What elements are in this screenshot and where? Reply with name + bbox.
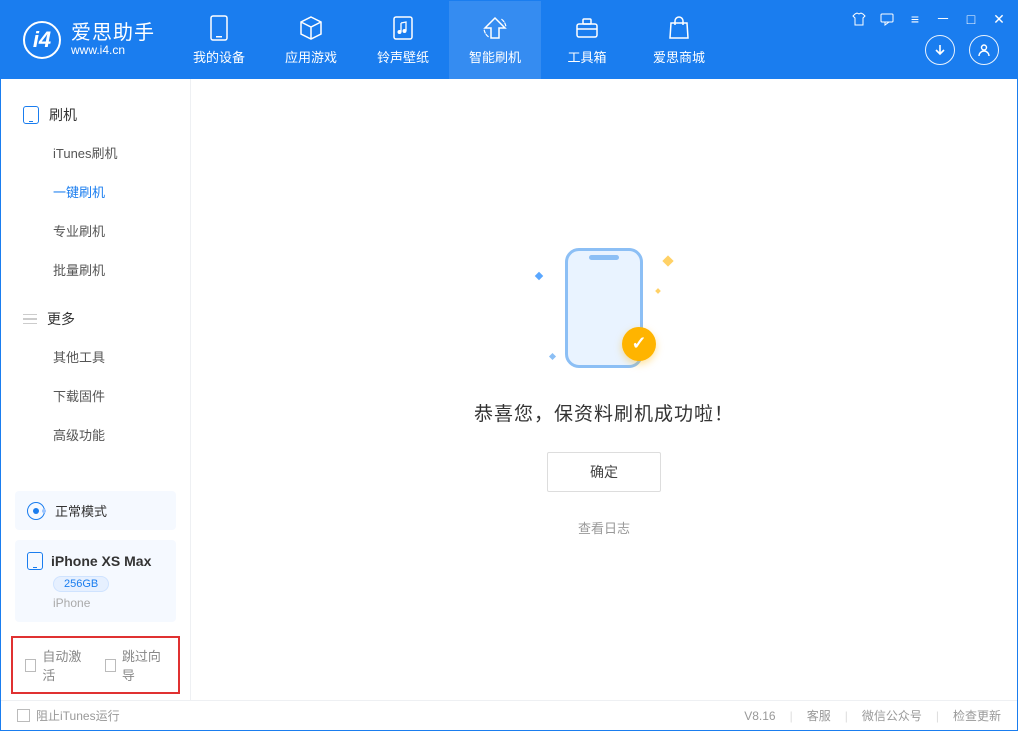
device-icon <box>206 15 232 41</box>
sidebar-group-more: 更多 <box>1 301 190 337</box>
user-button[interactable] <box>969 35 999 65</box>
feedback-icon[interactable] <box>879 11 895 27</box>
sidebar-item-batch-flash[interactable]: 批量刷机 <box>1 250 190 289</box>
phone-icon <box>23 106 39 124</box>
main-content: ✓ 恭喜您，保资料刷机成功啦！ 确定 查看日志 <box>191 79 1017 700</box>
maximize-icon[interactable]: □ <box>963 11 979 27</box>
sidebar-item-itunes-flash[interactable]: iTunes刷机 <box>1 133 190 172</box>
cube-icon <box>298 15 324 41</box>
checkbox-icon <box>105 659 116 672</box>
list-icon <box>23 314 37 325</box>
check-icon: ✓ <box>622 327 656 361</box>
device-card[interactable]: iPhone XS Max 256GB iPhone <box>15 540 176 622</box>
sidebar-item-other-tools[interactable]: 其他工具 <box>1 337 190 376</box>
footer-link-update[interactable]: 检查更新 <box>953 707 1001 724</box>
footer-link-wechat[interactable]: 微信公众号 <box>862 707 922 724</box>
refresh-icon <box>482 15 508 41</box>
ok-button[interactable]: 确定 <box>547 452 661 492</box>
logo-icon: i4 <box>23 21 61 59</box>
download-button[interactable] <box>925 35 955 65</box>
nav-store[interactable]: 爱思商城 <box>633 1 725 79</box>
nav-toolbox[interactable]: 工具箱 <box>541 1 633 79</box>
bag-icon <box>666 15 692 41</box>
capacity-badge: 256GB <box>53 576 109 592</box>
success-illustration: ✓ <box>524 243 684 373</box>
mode-icon <box>27 502 45 520</box>
checkbox-icon <box>25 659 36 672</box>
app-name-cn: 爱思助手 <box>71 22 155 44</box>
nav-ringtones[interactable]: 铃声壁纸 <box>357 1 449 79</box>
sidebar: 刷机 iTunes刷机 一键刷机 专业刷机 批量刷机 更多 其他工具 下载固件 … <box>1 79 191 700</box>
nav-my-device[interactable]: 我的设备 <box>173 1 265 79</box>
sidebar-group-flash: 刷机 <box>1 97 190 133</box>
nav-smart-flash[interactable]: 智能刷机 <box>449 1 541 79</box>
sidebar-item-download-firmware[interactable]: 下载固件 <box>1 376 190 415</box>
footer-link-support[interactable]: 客服 <box>807 707 831 724</box>
app-name-en: www.i4.cn <box>71 44 155 57</box>
version-label: V8.16 <box>744 709 775 723</box>
checkbox-icon <box>17 709 30 722</box>
app-header: i4 爱思助手 www.i4.cn 我的设备 应用游戏 铃声壁纸 智能刷机 工具… <box>1 1 1017 79</box>
sidebar-item-advanced[interactable]: 高级功能 <box>1 415 190 454</box>
sidebar-item-pro-flash[interactable]: 专业刷机 <box>1 211 190 250</box>
device-mode-card[interactable]: 正常模式 <box>15 491 176 530</box>
music-icon <box>390 15 416 41</box>
toolbox-icon <box>574 15 600 41</box>
footer: 阻止iTunes运行 V8.16 | 客服 | 微信公众号 | 检查更新 <box>1 700 1017 730</box>
sidebar-item-onekey-flash[interactable]: 一键刷机 <box>1 172 190 211</box>
minimize-icon[interactable]: － <box>935 11 951 27</box>
close-icon[interactable]: ✕ <box>991 11 1007 27</box>
tshirt-icon[interactable] <box>851 11 867 27</box>
nav-apps-games[interactable]: 应用游戏 <box>265 1 357 79</box>
checkbox-auto-activate[interactable]: 自动激活 <box>25 646 87 684</box>
highlighted-options: 自动激活 跳过向导 <box>11 636 180 694</box>
device-type: iPhone <box>53 596 164 610</box>
checkbox-block-itunes[interactable]: 阻止iTunes运行 <box>17 707 120 724</box>
app-logo: i4 爱思助手 www.i4.cn <box>1 1 173 79</box>
menu-icon[interactable]: ≡ <box>907 11 923 27</box>
phone-icon <box>27 552 43 570</box>
checkbox-skip-guide[interactable]: 跳过向导 <box>105 646 167 684</box>
main-nav: 我的设备 应用游戏 铃声壁纸 智能刷机 工具箱 爱思商城 <box>173 1 725 79</box>
success-message: 恭喜您，保资料刷机成功啦！ <box>474 399 734 426</box>
view-log-link[interactable]: 查看日志 <box>578 518 630 537</box>
